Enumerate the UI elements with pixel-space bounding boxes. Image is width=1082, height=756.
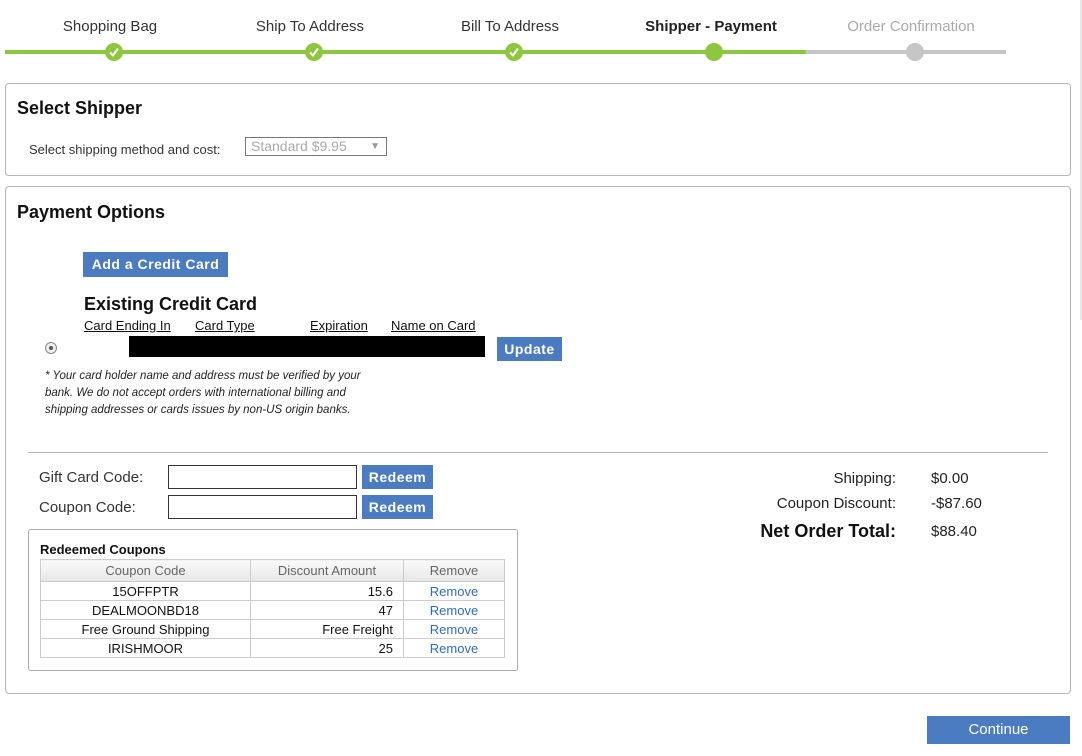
select-shipper-panel: Select Shipper Select shipping method an… [5,83,1071,176]
step-shopping-bag[interactable]: Shopping Bag [63,18,157,35]
redeem-coupon-button[interactable]: Redeem [362,495,433,519]
col-card-type: Card Type [195,318,255,333]
coupon-code-input[interactable] [168,495,357,519]
upcoming-step-dot [906,43,924,61]
discount-amount-cell: 25 [250,638,404,658]
divider [28,452,1048,453]
gift-card-code-input[interactable] [168,465,357,489]
card-verification-note: * Your card holder name and address must… [45,370,361,416]
discount-amount-cell: 15.6 [250,581,404,601]
select-shipper-title: Select Shipper [17,98,143,118]
card-select-radio[interactable] [45,342,57,354]
header-remove: Remove [403,559,505,582]
check-icon [105,43,123,61]
redacted-card-details [129,336,485,357]
header-discount-amount: Discount Amount [250,559,404,582]
col-expiration: Expiration [310,318,368,333]
dropdown-arrow-icon: ▼ [370,141,380,152]
continue-button[interactable]: Continue [927,716,1070,744]
discount-amount-cell: Free Freight [250,619,404,639]
redeemed-coupons-box: Redeemed Coupons Coupon Code Discount Am… [28,529,518,671]
step-ship-to-address[interactable]: Ship To Address [256,18,364,35]
coupon-code-label: Coupon Code: [39,499,136,516]
payment-options-panel: Payment Options Add a Credit Card Existi… [5,186,1071,694]
progress-track-complete [5,50,806,54]
shipping-value: $0.00 [931,470,969,487]
coupon-discount-label: Coupon Discount: [776,495,896,512]
coupon-code-cell: 15OFFPTR [40,581,251,601]
net-order-total-value: $88.40 [931,523,977,540]
table-row: DEALMOONBD18 47 Remove [40,600,505,620]
checkout-progress: Shopping Bag Ship To Address Bill To Add… [0,0,1082,66]
coupon-code-cell: Free Ground Shipping [40,619,251,639]
remove-coupon-link[interactable]: Remove [403,619,505,639]
current-step-dot [705,43,723,61]
remove-coupon-link[interactable]: Remove [403,600,505,620]
coupon-code-cell: IRISHMOOR [40,638,251,658]
remove-coupon-link[interactable]: Remove [403,638,505,658]
col-name-on-card: Name on Card [391,318,476,333]
shipping-label: Shipping: [833,470,896,487]
coupon-discount-value: -$87.60 [931,495,982,512]
col-card-ending-in: Card Ending In [84,318,171,333]
header-coupon-code: Coupon Code [40,559,251,582]
check-icon [505,43,523,61]
shipping-method-label: Select shipping method and cost: [29,142,221,157]
table-row: IRISHMOOR 25 Remove [40,638,505,658]
coupon-code-cell: DEALMOONBD18 [40,600,251,620]
shipping-method-value: Standard $9.95 [251,138,347,154]
net-order-total-label: Net Order Total: [760,521,896,541]
step-bill-to-address[interactable]: Bill To Address [461,18,559,35]
step-order-confirmation: Order Confirmation [847,18,975,35]
check-icon [305,43,323,61]
redeemed-coupons-table: Coupon Code Discount Amount Remove 15OFF… [40,559,505,658]
table-row: 15OFFPTR 15.6 Remove [40,581,505,601]
table-row: Free Ground Shipping Free Freight Remove [40,619,505,639]
update-card-button[interactable]: Update [497,337,562,361]
add-credit-card-button[interactable]: Add a Credit Card [83,252,228,277]
payment-options-title: Payment Options [17,202,166,222]
existing-credit-card-title: Existing Credit Card [84,294,258,314]
shipping-method-select[interactable]: Standard $9.95 ▼ [245,137,387,156]
remove-coupon-link[interactable]: Remove [403,581,505,601]
discount-amount-cell: 47 [250,600,404,620]
redeemed-coupons-title: Redeemed Coupons [40,542,166,557]
redeem-gift-card-button[interactable]: Redeem [362,465,433,489]
step-shipper-payment: Shipper - Payment [645,18,777,35]
gift-card-code-label: Gift Card Code: [39,469,144,486]
